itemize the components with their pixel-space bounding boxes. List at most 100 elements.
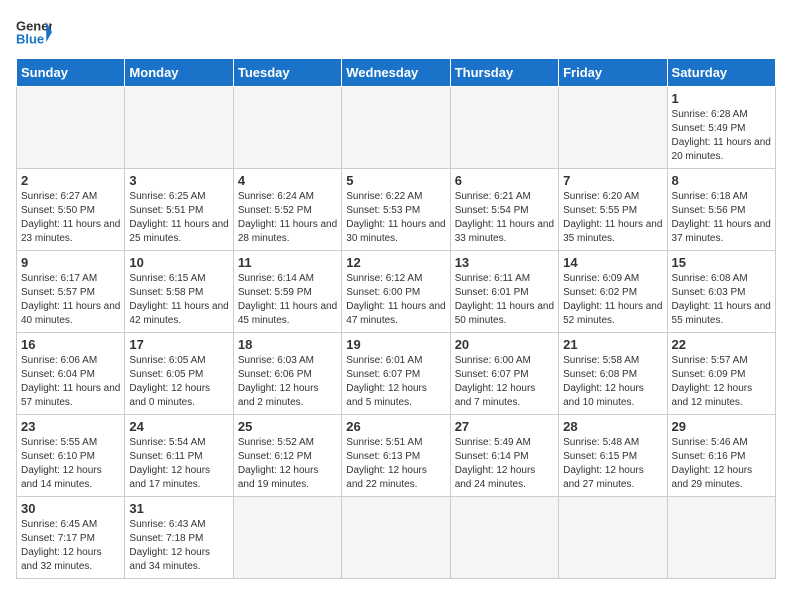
calendar-cell: 4 Sunrise: 6:24 AM Sunset: 5:52 PM Daylig… [233,169,341,251]
day-header-sunday: Sunday [17,59,125,87]
calendar-cell: 9Sunrise: 6:17 AM Sunset: 5:57 PM Daylig… [17,251,125,333]
calendar-cell: 6Sunrise: 6:21 AM Sunset: 5:54 PM Daylig… [450,169,558,251]
calendar-cell: 8 Sunrise: 6:18 AM Sunset: 5:56 PM Daylig… [667,169,775,251]
header: General Blue [16,16,776,48]
calendar-cell [233,87,341,169]
calendar-cell [125,87,233,169]
day-info: Sunrise: 6:00 AM Sunset: 6:07 PM Dayligh… [455,354,554,410]
day-info: Sunrise: 6:03 AM Sunset: 6:06 PM Dayligh… [238,354,337,410]
calendar-cell [559,497,667,579]
day-info: Sunrise: 6:21 AM Sunset: 5:54 PM Dayligh… [455,190,554,246]
day-info: Sunrise: 6:24 AM Sunset: 5:52 PM Dayligh… [238,190,337,246]
calendar-cell: 14 Sunrise: 6:09 AM Sunset: 6:02 PM Dayli… [559,251,667,333]
day-info: Sunrise: 5:58 AM Sunset: 6:08 PM Dayligh… [563,354,662,410]
day-info: Sunrise: 6:11 AM Sunset: 6:01 PM Dayligh… [455,272,554,328]
day-info: Sunrise: 5:46 AM Sunset: 6:16 PM Dayligh… [672,436,771,492]
week-row: 23 Sunrise: 5:55 AM Sunset: 6:10 PM Dayli… [17,415,776,497]
day-number: 22 [672,337,771,352]
day-number: 30 [21,501,120,516]
day-number: 20 [455,337,554,352]
calendar-cell: 30 Sunrise: 6:45 AM Sunset: 7:17 PM Dayli… [17,497,125,579]
day-header-wednesday: Wednesday [342,59,450,87]
calendar-cell: 22 Sunrise: 5:57 AM Sunset: 6:09 PM Dayli… [667,333,775,415]
calendar-cell [233,497,341,579]
day-header-thursday: Thursday [450,59,558,87]
day-number: 19 [346,337,445,352]
day-number: 8 [672,173,771,188]
calendar-cell: 1 Sunrise: 6:28 AM Sunset: 5:49 PM Daylig… [667,87,775,169]
calendar-cell: 24Sunrise: 5:54 AM Sunset: 6:11 PM Dayli… [125,415,233,497]
calendar-cell: 3Sunrise: 6:25 AM Sunset: 5:51 PM Daylig… [125,169,233,251]
day-info: Sunrise: 6:27 AM Sunset: 5:50 PM Dayligh… [21,190,120,246]
calendar-cell: 25 Sunrise: 5:52 AM Sunset: 6:12 PM Dayli… [233,415,341,497]
calendar-cell [559,87,667,169]
day-number: 15 [672,255,771,270]
day-info: Sunrise: 6:18 AM Sunset: 5:56 PM Dayligh… [672,190,771,246]
day-number: 4 [238,173,337,188]
day-number: 3 [129,173,228,188]
day-number: 1 [672,91,771,106]
day-info: Sunrise: 6:09 AM Sunset: 6:02 PM Dayligh… [563,272,662,328]
day-info: Sunrise: 6:17 AM Sunset: 5:57 PM Dayligh… [21,272,120,328]
calendar-cell: 15 Sunrise: 6:08 AM Sunset: 6:03 PM Dayli… [667,251,775,333]
day-header-friday: Friday [559,59,667,87]
day-number: 14 [563,255,662,270]
day-number: 23 [21,419,120,434]
day-number: 29 [672,419,771,434]
week-row: 30 Sunrise: 6:45 AM Sunset: 7:17 PM Dayli… [17,497,776,579]
day-number: 17 [129,337,228,352]
day-number: 16 [21,337,120,352]
day-info: Sunrise: 6:01 AM Sunset: 6:07 PM Dayligh… [346,354,445,410]
week-row: 1 Sunrise: 6:28 AM Sunset: 5:49 PM Daylig… [17,87,776,169]
day-info: Sunrise: 5:48 AM Sunset: 6:15 PM Dayligh… [563,436,662,492]
day-info: Sunrise: 6:06 AM Sunset: 6:04 PM Dayligh… [21,354,120,410]
calendar-cell: 7Sunrise: 6:20 AM Sunset: 5:55 PM Daylig… [559,169,667,251]
calendar-cell [342,497,450,579]
calendar-cell: 2 Sunrise: 6:27 AM Sunset: 5:50 PM Daylig… [17,169,125,251]
day-number: 12 [346,255,445,270]
calendar-cell: 17Sunrise: 6:05 AM Sunset: 6:05 PM Dayli… [125,333,233,415]
day-header-saturday: Saturday [667,59,775,87]
day-number: 28 [563,419,662,434]
week-row: 16 Sunrise: 6:06 AM Sunset: 6:04 PM Dayli… [17,333,776,415]
calendar-cell: 31Sunrise: 6:43 AM Sunset: 7:18 PM Dayli… [125,497,233,579]
day-info: Sunrise: 5:54 AM Sunset: 6:11 PM Dayligh… [129,436,228,492]
day-info: Sunrise: 6:15 AM Sunset: 5:58 PM Dayligh… [129,272,228,328]
day-info: Sunrise: 6:20 AM Sunset: 5:55 PM Dayligh… [563,190,662,246]
logo: General Blue [16,16,52,48]
day-number: 2 [21,173,120,188]
day-header-monday: Monday [125,59,233,87]
day-info: Sunrise: 5:51 AM Sunset: 6:13 PM Dayligh… [346,436,445,492]
calendar-cell: 10 Sunrise: 6:15 AM Sunset: 5:58 PM Dayli… [125,251,233,333]
day-info: Sunrise: 5:57 AM Sunset: 6:09 PM Dayligh… [672,354,771,410]
day-number: 25 [238,419,337,434]
calendar-cell: 16 Sunrise: 6:06 AM Sunset: 6:04 PM Dayli… [17,333,125,415]
day-number: 10 [129,255,228,270]
calendar-cell: 19 Sunrise: 6:01 AM Sunset: 6:07 PM Dayli… [342,333,450,415]
day-header-tuesday: Tuesday [233,59,341,87]
day-number: 27 [455,419,554,434]
day-info: Sunrise: 5:52 AM Sunset: 6:12 PM Dayligh… [238,436,337,492]
day-info: Sunrise: 6:12 AM Sunset: 6:00 PM Dayligh… [346,272,445,328]
calendar-cell: 13Sunrise: 6:11 AM Sunset: 6:01 PM Dayli… [450,251,558,333]
calendar-cell [450,497,558,579]
day-info: Sunrise: 6:14 AM Sunset: 5:59 PM Dayligh… [238,272,337,328]
day-number: 26 [346,419,445,434]
day-info: Sunrise: 5:55 AM Sunset: 6:10 PM Dayligh… [21,436,120,492]
calendar-cell: 21Sunrise: 5:58 AM Sunset: 6:08 PM Dayli… [559,333,667,415]
calendar-cell: 29 Sunrise: 5:46 AM Sunset: 6:16 PM Dayli… [667,415,775,497]
calendar-cell: 11Sunrise: 6:14 AM Sunset: 5:59 PM Dayli… [233,251,341,333]
calendar-cell: 26 Sunrise: 5:51 AM Sunset: 6:13 PM Dayli… [342,415,450,497]
calendar-cell [342,87,450,169]
calendar-cell: 18Sunrise: 6:03 AM Sunset: 6:06 PM Dayli… [233,333,341,415]
week-row: 9Sunrise: 6:17 AM Sunset: 5:57 PM Daylig… [17,251,776,333]
calendar: SundayMondayTuesdayWednesdayThursdayFrid… [16,58,776,579]
week-row: 2 Sunrise: 6:27 AM Sunset: 5:50 PM Daylig… [17,169,776,251]
day-number: 31 [129,501,228,516]
svg-text:Blue: Blue [16,32,44,47]
day-info: Sunrise: 6:45 AM Sunset: 7:17 PM Dayligh… [21,518,120,574]
day-info: Sunrise: 6:28 AM Sunset: 5:49 PM Dayligh… [672,108,771,164]
day-info: Sunrise: 6:08 AM Sunset: 6:03 PM Dayligh… [672,272,771,328]
calendar-cell [450,87,558,169]
day-info: Sunrise: 5:49 AM Sunset: 6:14 PM Dayligh… [455,436,554,492]
